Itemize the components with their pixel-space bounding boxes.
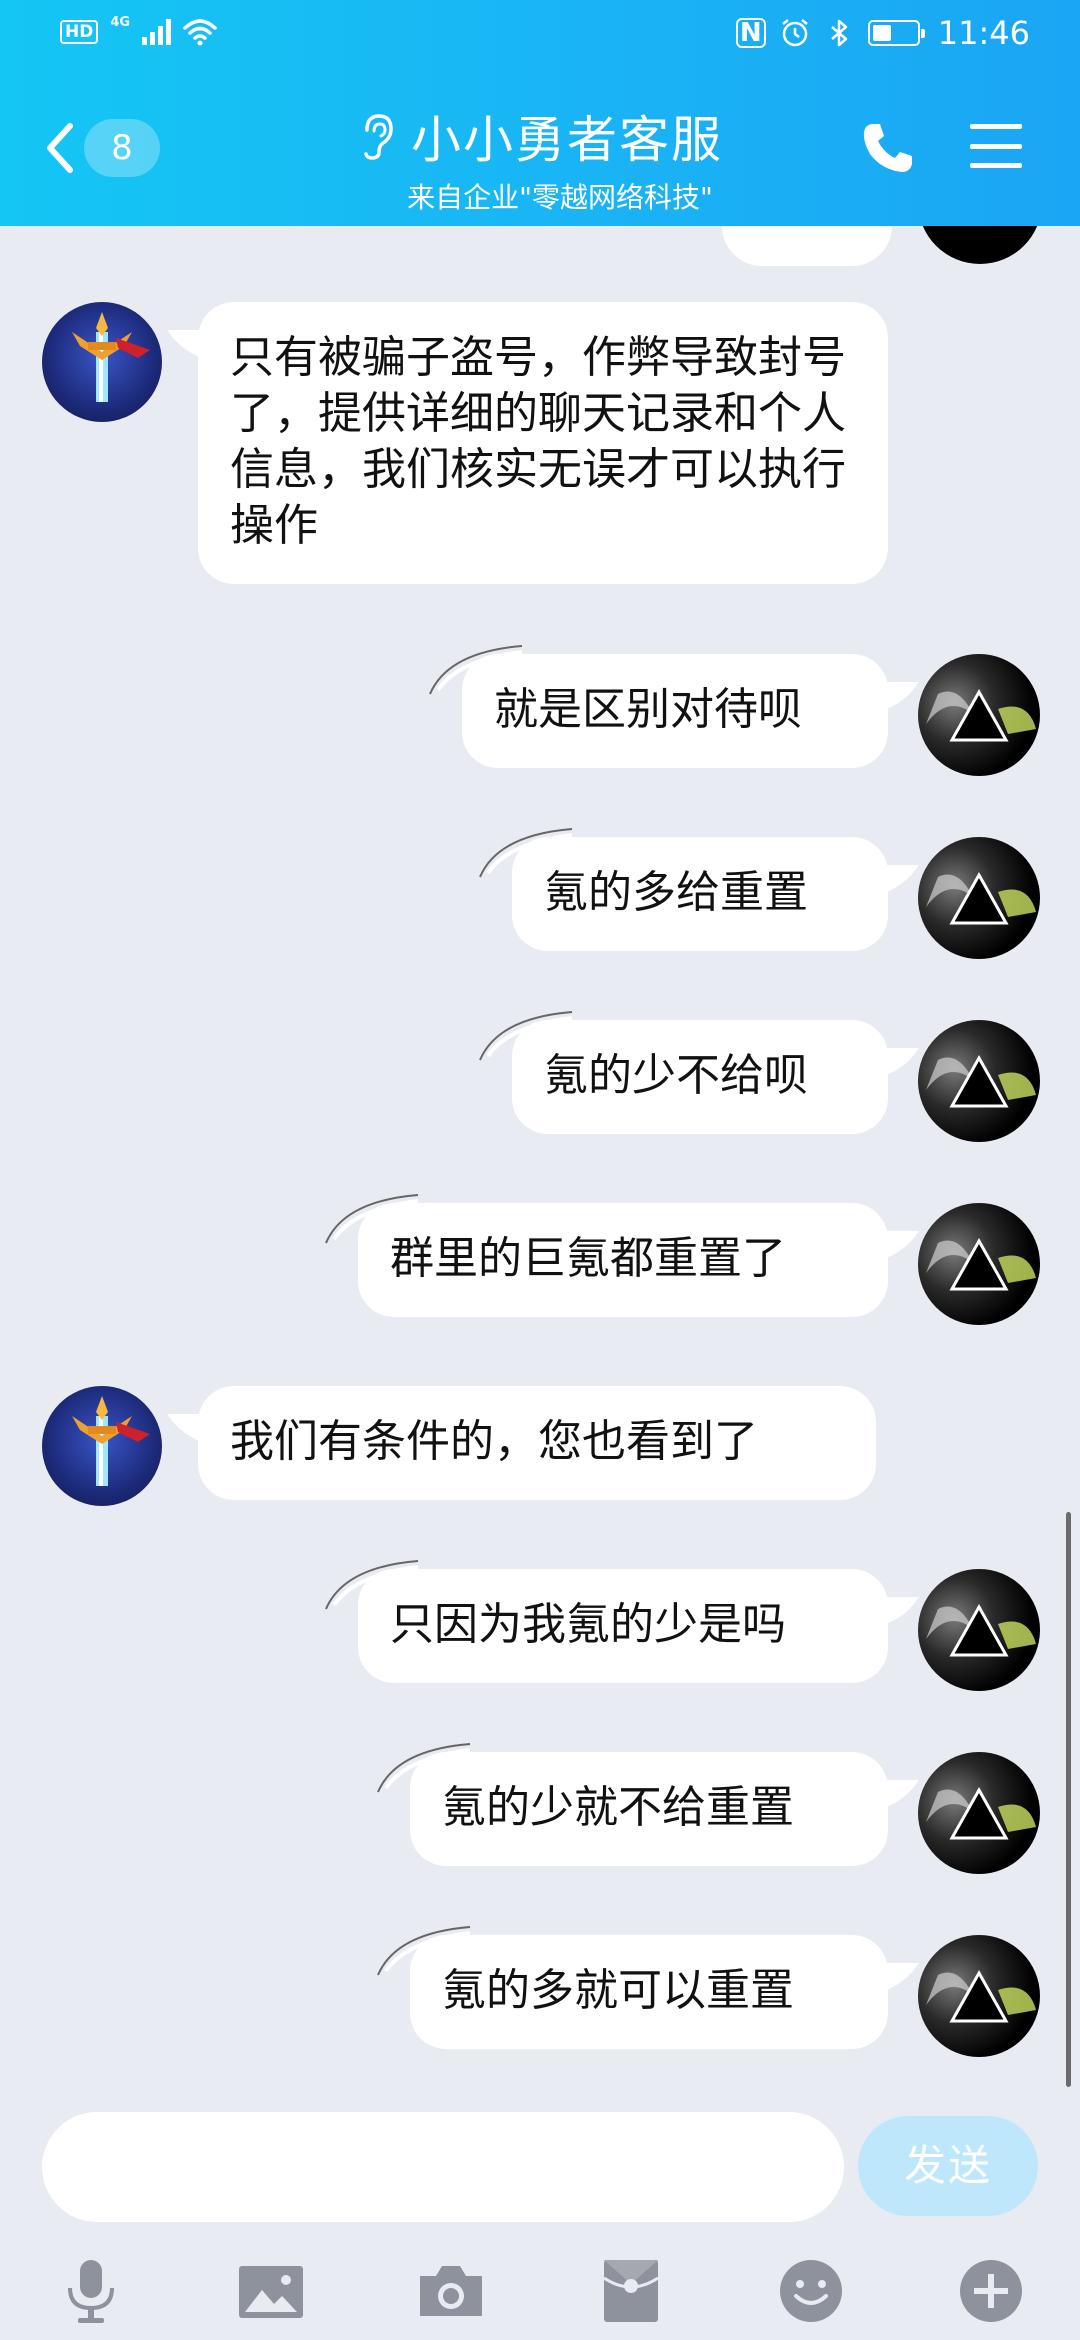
phone-icon[interactable] <box>860 120 916 176</box>
avatar-partial <box>918 226 1042 264</box>
status-time: 11:46 <box>937 14 1030 52</box>
user-avatar[interactable] <box>918 1020 1040 1142</box>
user-avatar[interactable] <box>918 1203 1040 1325</box>
user-avatar[interactable] <box>918 654 1040 776</box>
nfc-icon: N <box>735 18 766 48</box>
signal-icon <box>142 19 172 45</box>
message-bubble[interactable]: 氪的多给重置 <box>512 837 888 951</box>
ear-icon[interactable] <box>357 112 397 160</box>
microphone-icon[interactable] <box>56 2256 126 2326</box>
message-bubble[interactable]: 只有被骗子盗号，作弊导致封号了，提供详细的聊天记录和个人信息，我们核实无误才可以… <box>198 302 888 584</box>
message-bubble[interactable]: 氪的少就不给重置 <box>410 1752 888 1866</box>
emoji-icon[interactable] <box>776 2256 846 2326</box>
battery-icon <box>867 20 925 46</box>
chat-title: 小小勇者客服 <box>411 111 723 169</box>
title-bar: 8 小小勇者客服 来自企业"零越网络科技" <box>0 72 1080 226</box>
alarm-icon <box>782 19 808 47</box>
message-bubble[interactable]: 就是区别对待呗 <box>462 654 888 768</box>
message-bubble-partial <box>722 226 892 266</box>
app-header: HD 4G N 11:46 8 小小勇者客服 来自企业"零越网络科技" <box>0 0 1080 226</box>
hd-icon: HD <box>60 20 99 44</box>
input-area: 发送 <box>0 2106 1080 2340</box>
network-type: 4G <box>110 14 131 30</box>
bluetooth-icon <box>830 19 848 47</box>
wifi-icon <box>183 19 217 46</box>
plus-icon[interactable] <box>956 2256 1026 2326</box>
chat-messages[interactable]: 只有被骗子盗号，作弊导致封号了，提供详细的聊天记录和个人信息，我们核实无误才可以… <box>0 226 1080 2106</box>
user-avatar[interactable] <box>918 1935 1040 2057</box>
user-avatar[interactable] <box>918 837 1040 959</box>
message-bubble[interactable]: 群里的巨氪都重置了 <box>358 1203 888 1317</box>
message-bubble[interactable]: 我们有条件的，您也看到了 <box>198 1386 876 1500</box>
camera-icon[interactable] <box>416 2256 486 2326</box>
status-bar: HD 4G N 11:46 <box>0 0 1080 72</box>
red-packet-icon[interactable] <box>596 2256 666 2326</box>
message-bubble[interactable]: 氪的多就可以重置 <box>410 1935 888 2049</box>
chat-scrollbar[interactable] <box>1066 1512 1071 2087</box>
chat-subtitle: 来自企业"零越网络科技" <box>407 181 713 214</box>
message-input[interactable] <box>42 2112 844 2222</box>
menu-button[interactable] <box>970 124 1022 168</box>
send-button[interactable]: 发送 <box>858 2116 1038 2216</box>
image-icon[interactable] <box>236 2256 306 2326</box>
agent-avatar[interactable] <box>42 1386 162 1506</box>
user-avatar[interactable] <box>918 1569 1040 1691</box>
message-bubble[interactable]: 氪的少不给呗 <box>512 1020 888 1134</box>
agent-avatar[interactable] <box>42 302 162 422</box>
user-avatar[interactable] <box>918 1752 1040 1874</box>
input-toolbar <box>0 2244 1080 2340</box>
message-bubble[interactable]: 只因为我氪的少是吗 <box>358 1569 888 1683</box>
